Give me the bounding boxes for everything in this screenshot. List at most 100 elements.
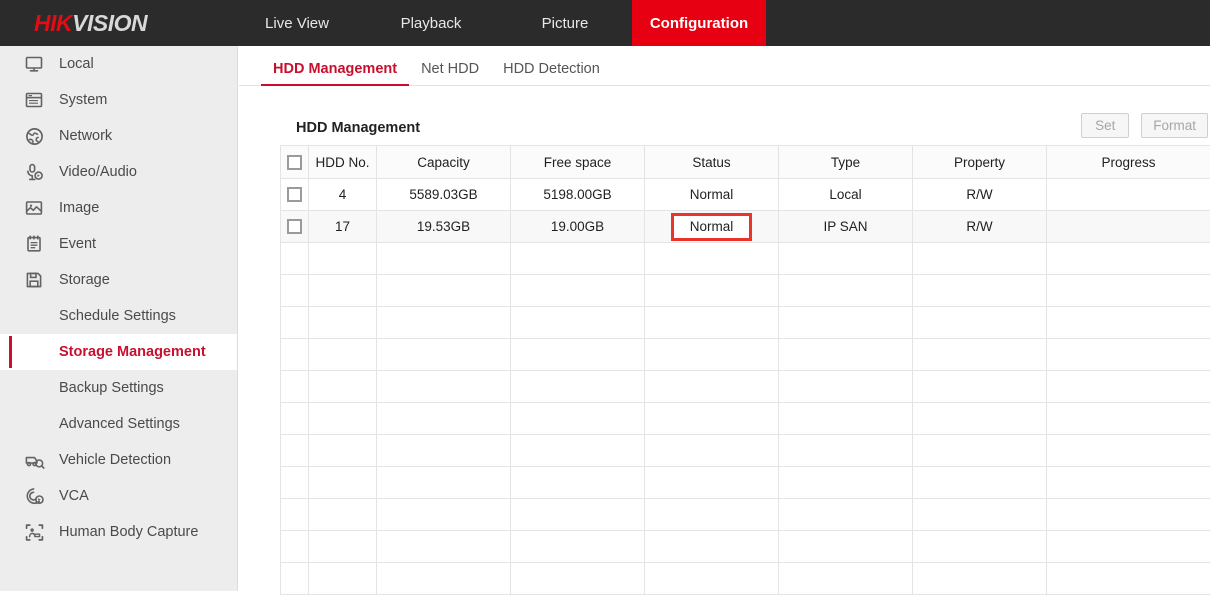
- human-capture-icon: [22, 520, 46, 544]
- cell-empty: [377, 467, 511, 499]
- cell-hdd-no: 17: [309, 211, 377, 243]
- tab-hdd-detection[interactable]: HDD Detection: [491, 61, 612, 85]
- nav-tab-live-view[interactable]: Live View: [230, 0, 364, 46]
- cell-empty: [511, 467, 645, 499]
- cell-empty: [1047, 563, 1210, 595]
- cell-empty: [377, 435, 511, 467]
- nav-tab-playback[interactable]: Playback: [364, 0, 498, 46]
- hdd-table: HDD No.CapacityFree spaceStatusTypePrope…: [280, 145, 1210, 595]
- sidebar-item-label: Schedule Settings: [59, 308, 176, 324]
- vca-icon: [22, 484, 46, 508]
- sidebar-item-storage[interactable]: Storage: [0, 262, 237, 298]
- clipboard-icon: [22, 232, 46, 256]
- cell-empty: [645, 403, 779, 435]
- cell-capacity: 5589.03GB: [377, 179, 511, 211]
- cell-empty: [913, 403, 1047, 435]
- cell-empty: [913, 307, 1047, 339]
- cell-empty: [645, 467, 779, 499]
- cell-empty: [309, 499, 377, 531]
- cell-empty: [281, 371, 309, 403]
- cell-empty: [1047, 371, 1210, 403]
- cell-empty: [377, 243, 511, 275]
- cell-empty: [281, 275, 309, 307]
- cell-empty: [913, 435, 1047, 467]
- cell-empty: [377, 563, 511, 595]
- cell-empty: [913, 243, 1047, 275]
- nav-tab-configuration[interactable]: Configuration: [632, 0, 766, 46]
- cell-empty: [511, 563, 645, 595]
- sidebar-item-local[interactable]: Local: [0, 46, 237, 82]
- select-all-checkbox[interactable]: [287, 155, 302, 170]
- sidebar-item-system[interactable]: System: [0, 82, 237, 118]
- cell-empty: [281, 243, 309, 275]
- sub-tab-bar: HDD ManagementNet HDDHDD Detection: [239, 46, 1210, 86]
- sidebar-item-schedule-settings[interactable]: Schedule Settings: [0, 298, 237, 334]
- row-checkbox[interactable]: [287, 219, 302, 234]
- cell-empty: [1047, 531, 1210, 563]
- sidebar-item-image[interactable]: Image: [0, 190, 237, 226]
- sidebar-item-label: Event: [59, 236, 96, 252]
- sidebar-item-label: VCA: [59, 488, 89, 504]
- cell-empty: [1047, 435, 1210, 467]
- set-button[interactable]: Set: [1081, 113, 1129, 138]
- tab-hdd-management[interactable]: HDD Management: [261, 61, 409, 85]
- cell-empty: [1047, 467, 1210, 499]
- cell-empty: [377, 499, 511, 531]
- cell-empty: [779, 243, 913, 275]
- vehicle-search-icon: [22, 448, 46, 472]
- cell-empty: [281, 403, 309, 435]
- sidebar-item-human-body-capture[interactable]: Human Body Capture: [0, 514, 237, 550]
- cell-empty: [779, 563, 913, 595]
- row-select-cell[interactable]: [281, 211, 309, 243]
- sidebar-item-advanced-settings[interactable]: Advanced Settings: [0, 406, 237, 442]
- tab-net-hdd[interactable]: Net HDD: [409, 61, 491, 85]
- sidebar-item-network[interactable]: Network: [0, 118, 237, 154]
- monitor-icon: [22, 52, 46, 76]
- nav-tab-picture[interactable]: Picture: [498, 0, 632, 46]
- cell-type: IP SAN: [779, 211, 913, 243]
- sidebar-item-vca[interactable]: VCA: [0, 478, 237, 514]
- select-all-header[interactable]: [281, 146, 309, 179]
- cell-empty: [779, 435, 913, 467]
- row-checkbox[interactable]: [287, 187, 302, 202]
- sidebar-item-label: Vehicle Detection: [59, 452, 171, 468]
- sidebar-item-video-audio[interactable]: Video/Audio: [0, 154, 237, 190]
- cell-empty: [377, 275, 511, 307]
- sidebar-item-storage-management[interactable]: Storage Management: [0, 334, 237, 370]
- cell-empty: [1047, 403, 1210, 435]
- cell-empty: [511, 371, 645, 403]
- cell-free-space: 5198.00GB: [511, 179, 645, 211]
- cell-empty: [779, 307, 913, 339]
- cell-empty: [511, 435, 645, 467]
- table-row-empty: [281, 563, 1210, 595]
- cell-empty: [779, 499, 913, 531]
- cell-empty: [511, 243, 645, 275]
- cell-empty: [779, 467, 913, 499]
- cell-property: R/W: [913, 179, 1047, 211]
- brand-logo-vision: VISION: [72, 10, 147, 36]
- cell-empty: [645, 339, 779, 371]
- sidebar-item-vehicle-detection[interactable]: Vehicle Detection: [0, 442, 237, 478]
- row-select-cell[interactable]: [281, 179, 309, 211]
- cell-empty: [1047, 243, 1210, 275]
- sidebar-item-label: Backup Settings: [59, 380, 164, 396]
- table-row[interactable]: 1719.53GB19.00GBNormalIP SANR/W: [281, 211, 1210, 243]
- globe-icon: [22, 124, 46, 148]
- sidebar-item-label: Advanced Settings: [59, 416, 180, 432]
- cell-empty: [645, 371, 779, 403]
- cell-empty: [377, 339, 511, 371]
- table-row[interactable]: 45589.03GB5198.00GBNormalLocalR/W: [281, 179, 1210, 211]
- sidebar-item-backup-settings[interactable]: Backup Settings: [0, 370, 237, 406]
- sidebar-item-event[interactable]: Event: [0, 226, 237, 262]
- format-button[interactable]: Format: [1141, 113, 1208, 138]
- cell-empty: [309, 467, 377, 499]
- cell-empty: [281, 307, 309, 339]
- column-header-progress: Progress: [1047, 146, 1210, 179]
- column-header-free-space: Free space: [511, 146, 645, 179]
- window-icon: [22, 88, 46, 112]
- brand-logo: HIKVISION: [0, 0, 230, 46]
- cell-empty: [309, 435, 377, 467]
- sidebar-item-label: Storage: [59, 272, 110, 288]
- cell-empty: [377, 403, 511, 435]
- column-header-property: Property: [913, 146, 1047, 179]
